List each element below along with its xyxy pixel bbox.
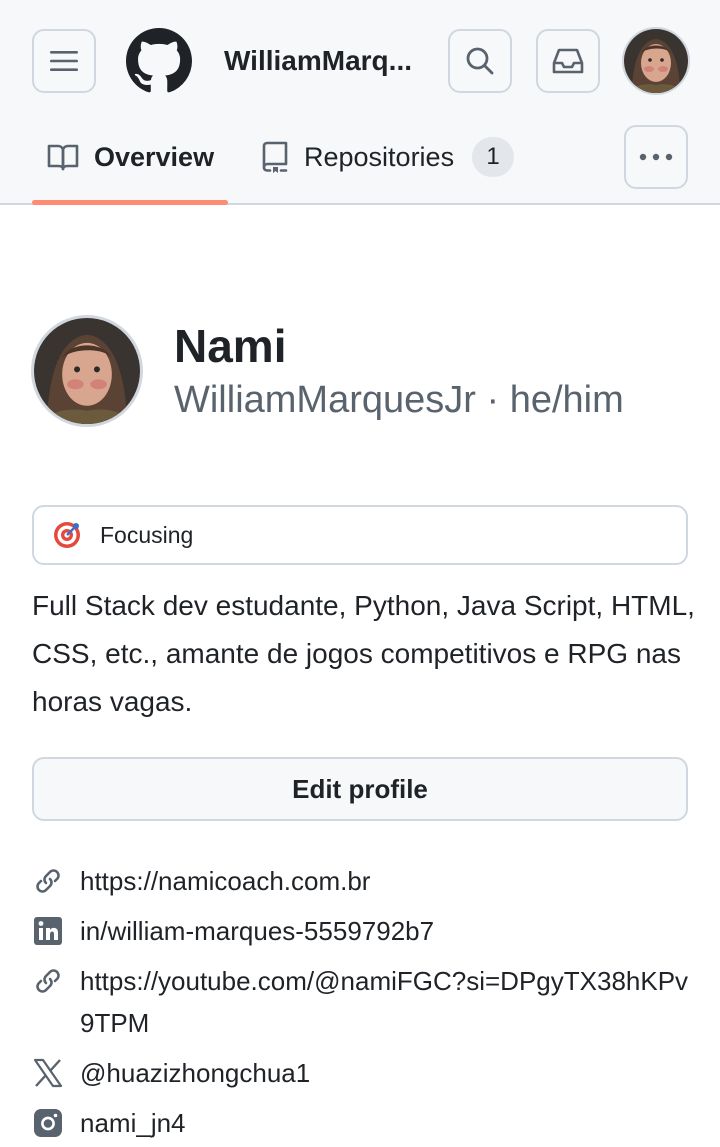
inbox-icon xyxy=(552,48,584,74)
more-options-button[interactable] xyxy=(624,125,688,189)
x-twitter-icon xyxy=(32,1052,64,1094)
link-x-twitter[interactable]: @huazizhongchua1 xyxy=(32,1052,692,1094)
link-linkedin-text[interactable]: in/william-marques-5559792b7 xyxy=(80,910,434,952)
user-status[interactable]: Focusing xyxy=(32,505,688,565)
link-website[interactable]: https://namicoach.com.br xyxy=(32,860,692,902)
tab-repositories-label: Repositories xyxy=(304,141,455,172)
link-instagram[interactable]: nami_jn4 xyxy=(32,1102,692,1144)
profile-bio: Full Stack dev estudante, Python, Java S… xyxy=(32,590,695,717)
app-header: WilliamMarq... Overview Repositories 1 xyxy=(0,0,720,205)
avatar-image xyxy=(34,318,140,424)
kebab-horizontal-icon xyxy=(639,153,673,161)
hamburger-menu-icon xyxy=(50,51,78,71)
instagram-icon xyxy=(32,1102,64,1144)
menu-button[interactable] xyxy=(32,29,96,93)
tab-overview[interactable]: Overview xyxy=(46,128,214,186)
link-x-twitter-text[interactable]: @huazizhongchua1 xyxy=(80,1052,310,1094)
page-title[interactable]: WilliamMarq... xyxy=(224,40,414,82)
repositories-count-badge: 1 xyxy=(472,137,515,177)
tab-overview-label: Overview xyxy=(94,141,215,172)
search-icon xyxy=(466,47,494,75)
book-icon xyxy=(47,144,79,171)
link-instagram-text[interactable]: nami_jn4 xyxy=(80,1102,186,1144)
profile-login-pronouns: WilliamMarquesJr · he/him xyxy=(174,379,624,421)
link-icon xyxy=(32,860,64,902)
linkedin-icon xyxy=(32,910,64,952)
profile-links-list: https://namicoach.com.br in/william-marq… xyxy=(32,860,692,1147)
target-emoji xyxy=(54,522,80,548)
profile-name: Nami xyxy=(174,320,287,372)
user-avatar-button[interactable] xyxy=(622,27,690,95)
github-logo-icon[interactable] xyxy=(126,28,192,94)
search-button[interactable] xyxy=(448,29,512,93)
profile-avatar[interactable] xyxy=(31,315,143,427)
link-icon xyxy=(32,960,64,1002)
link-youtube-text[interactable]: https://youtube.com/@namiFGC?si=DPgyTX38… xyxy=(80,960,692,1044)
inbox-button[interactable] xyxy=(536,29,600,93)
edit-profile-button[interactable]: Edit profile xyxy=(32,757,688,821)
repo-icon xyxy=(262,141,288,173)
link-linkedin[interactable]: in/william-marques-5559792b7 xyxy=(32,910,692,952)
status-text: Focusing xyxy=(100,521,194,548)
avatar-image xyxy=(624,29,688,93)
tab-repositories[interactable]: Repositories 1 xyxy=(260,128,515,186)
link-website-text[interactable]: https://namicoach.com.br xyxy=(80,860,370,902)
link-youtube[interactable]: https://youtube.com/@namiFGC?si=DPgyTX38… xyxy=(32,960,692,1044)
selected-tab-indicator xyxy=(32,200,228,205)
